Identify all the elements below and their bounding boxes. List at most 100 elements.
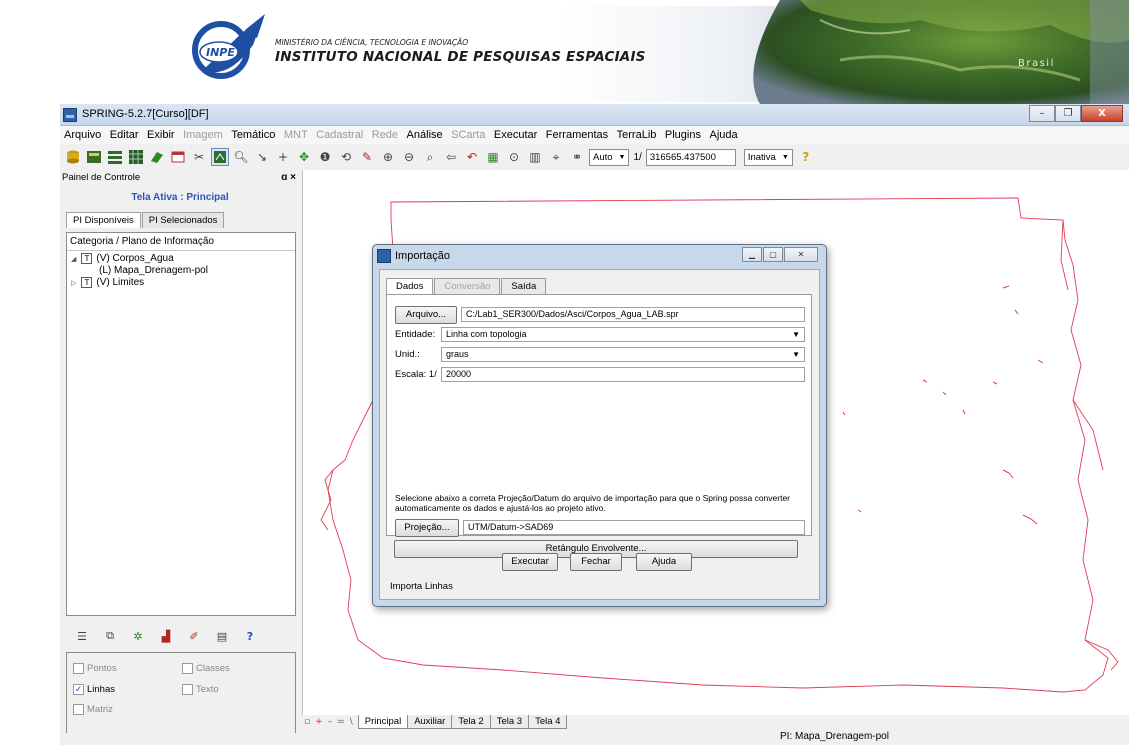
- eraser-icon[interactable]: [148, 148, 166, 166]
- checkbox[interactable]: [73, 663, 84, 674]
- arquivo-path-field[interactable]: C:/Lab1_SER300/Dados/Asci/Corpos_Agua_LA…: [461, 307, 805, 322]
- escala-input[interactable]: 20000: [441, 367, 805, 382]
- check-classes[interactable]: Classes: [182, 663, 230, 674]
- tab-control-equal[interactable]: =: [337, 717, 345, 727]
- tree-item-limites[interactable]: ▷ T (V) Limites: [71, 277, 144, 288]
- table-icon[interactable]: ▥: [526, 148, 544, 166]
- grid-icon[interactable]: [127, 148, 145, 166]
- unid-select[interactable]: graus ▼: [441, 347, 805, 362]
- scissors-icon[interactable]: ✂: [190, 148, 208, 166]
- menu-arquivo[interactable]: Arquivo: [64, 129, 101, 141]
- undo-icon[interactable]: ↶: [463, 148, 481, 166]
- draw-mode-icon[interactable]: [211, 148, 229, 166]
- zoom-in-icon[interactable]: ⊕: [379, 148, 397, 166]
- tab-auxiliar[interactable]: Auxiliar: [407, 715, 453, 729]
- tab-dados[interactable]: Dados: [386, 278, 434, 294]
- menu-cadastral[interactable]: Cadastral: [316, 129, 363, 141]
- minimize-button[interactable]: –: [1029, 105, 1055, 122]
- table-icon[interactable]: ▤: [214, 628, 230, 644]
- back-icon[interactable]: ⇦: [442, 148, 460, 166]
- close-button[interactable]: X: [1081, 105, 1123, 122]
- edit-icon[interactable]: ✐: [186, 628, 202, 644]
- link-icon[interactable]: ⚭: [568, 148, 586, 166]
- tree-item-mapa-drenagem[interactable]: (L) Mapa_Drenagem-pol: [99, 265, 208, 276]
- tab-tela-3[interactable]: Tela 3: [489, 715, 530, 729]
- cursor-info-icon[interactable]: ↘: [253, 148, 271, 166]
- menu-ferramentas[interactable]: Ferramentas: [546, 129, 608, 141]
- maximize-button[interactable]: ❐: [1055, 105, 1081, 122]
- menu-plugins[interactable]: Plugins: [665, 129, 701, 141]
- menu-scarta[interactable]: SCarta: [451, 129, 485, 141]
- zoom-icon[interactable]: 🔍︎: [232, 148, 250, 166]
- zoom-area-icon[interactable]: ⌕: [421, 148, 439, 166]
- project-icon[interactable]: [85, 148, 103, 166]
- menu-mnt[interactable]: MNT: [284, 129, 308, 141]
- expand-icon[interactable]: ◢: [71, 255, 76, 263]
- check-matriz[interactable]: Matriz: [73, 704, 113, 715]
- tab-pi-disponiveis[interactable]: PI Disponíveis: [66, 212, 141, 228]
- checkbox[interactable]: [73, 704, 84, 715]
- select-icon[interactable]: ⌖: [547, 148, 565, 166]
- ajuda-button[interactable]: Ajuda: [636, 553, 692, 571]
- window-icon[interactable]: [169, 148, 187, 166]
- checkbox-checked[interactable]: ✓: [73, 684, 84, 695]
- projecao-button[interactable]: Projeção...: [395, 519, 459, 537]
- style-icon[interactable]: ✲: [130, 628, 146, 644]
- tab-saida[interactable]: Saída: [501, 278, 547, 294]
- pan-icon[interactable]: ✥: [295, 148, 313, 166]
- zoom-mode-select[interactable]: Auto ▼: [589, 148, 630, 166]
- menu-analise[interactable]: Análise: [407, 129, 443, 141]
- arquivo-button[interactable]: Arquivo...: [395, 306, 457, 324]
- checkbox[interactable]: [182, 684, 193, 695]
- menu-tematico[interactable]: Temático: [231, 129, 275, 141]
- menu-exibir[interactable]: Exibir: [147, 129, 175, 141]
- entidade-select[interactable]: Linha com topologia ▼: [441, 327, 805, 342]
- tab-tela-4[interactable]: Tela 4: [528, 715, 568, 729]
- check-pontos[interactable]: Pontos: [73, 663, 117, 674]
- tab-control-add[interactable]: +: [315, 717, 323, 727]
- help-icon[interactable]: ?: [242, 628, 258, 644]
- info-icon[interactable]: ❶: [316, 148, 334, 166]
- projecao-field[interactable]: UTM/Datum->SAD69: [463, 520, 805, 535]
- layers-icon[interactable]: [106, 148, 124, 166]
- maximize-button[interactable]: ▢: [763, 247, 783, 262]
- checkbox[interactable]: [182, 663, 193, 674]
- menu-executar[interactable]: Executar: [494, 129, 537, 141]
- help-icon[interactable]: ?: [797, 148, 815, 166]
- list-icon[interactable]: ☰: [74, 628, 90, 644]
- zoom-out-icon[interactable]: ⊖: [400, 148, 418, 166]
- fechar-button[interactable]: Fechar: [570, 553, 622, 571]
- tree-item-corpos-agua[interactable]: ◢ T (V) Corpos_Agua: [71, 253, 174, 264]
- database-icon[interactable]: [64, 148, 82, 166]
- close-button[interactable]: ✕: [784, 247, 818, 262]
- pencil-icon[interactable]: ✎: [358, 148, 376, 166]
- menu-imagem[interactable]: Imagem: [183, 129, 223, 141]
- chart-icon[interactable]: ▟: [158, 628, 174, 644]
- menu-ajuda[interactable]: Ajuda: [709, 129, 737, 141]
- tab-pi-selecionados[interactable]: PI Selecionados: [141, 212, 225, 228]
- tab-control-split[interactable]: \: [350, 717, 353, 727]
- menu-terralib[interactable]: TerraLib: [617, 129, 657, 141]
- tab-control-remove[interactable]: –: [328, 717, 333, 727]
- tab-conversao[interactable]: Conversão: [434, 278, 501, 294]
- menu-editar[interactable]: Editar: [110, 129, 139, 141]
- check-linhas[interactable]: ✓ Linhas: [73, 684, 115, 695]
- display-icon[interactable]: ▦: [484, 148, 502, 166]
- menu-rede[interactable]: Rede: [372, 129, 398, 141]
- check-texto[interactable]: Texto: [182, 684, 219, 695]
- minimize-button[interactable]: ▁: [742, 247, 762, 262]
- panel-controls[interactable]: ɑ ×: [281, 170, 296, 185]
- tab-principal[interactable]: Principal: [357, 715, 409, 729]
- rotate-icon[interactable]: ⟲: [337, 148, 355, 166]
- executar-button[interactable]: Executar: [502, 553, 558, 571]
- tab-control-window[interactable]: ▫: [304, 717, 310, 727]
- zoom-menu-icon[interactable]: ⊙: [505, 148, 523, 166]
- scale-input[interactable]: 316565.437500: [645, 148, 736, 166]
- tab-tela-2[interactable]: Tela 2: [451, 715, 491, 729]
- state-select[interactable]: Inativa ▼: [743, 148, 793, 166]
- zoom-layer-icon[interactable]: ⧉: [102, 628, 118, 644]
- add-point-icon[interactable]: +: [274, 148, 292, 166]
- window-titlebar[interactable]: SPRING-5.2.7[Curso][DF] – ❐ X: [60, 104, 1129, 126]
- dialog-titlebar[interactable]: Importação: [377, 249, 450, 263]
- collapse-icon[interactable]: ▷: [71, 279, 76, 287]
